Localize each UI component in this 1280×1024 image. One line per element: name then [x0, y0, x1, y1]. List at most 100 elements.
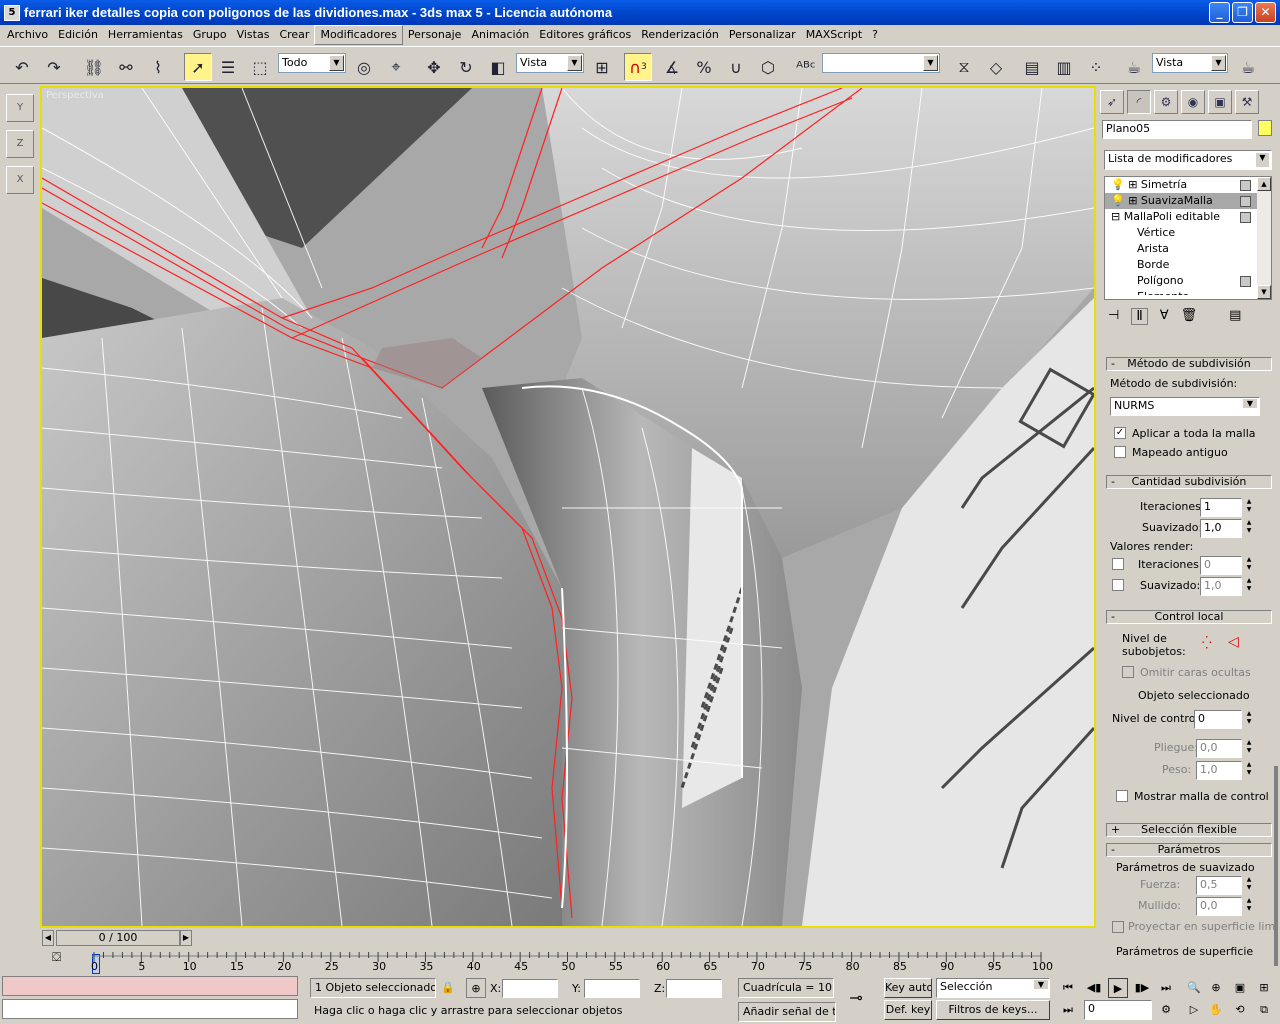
edge-level-icon[interactable]: ◁	[1228, 634, 1239, 650]
lock-selection-icon[interactable]: 🔒	[438, 978, 458, 998]
next-frame-icon[interactable]: ▮▶	[1132, 978, 1152, 998]
field-of-view-icon[interactable]: ▷	[1184, 1000, 1204, 1020]
vertex-level-icon[interactable]: ⁛	[1202, 636, 1212, 650]
scroll-down-icon[interactable]: ▼	[1257, 285, 1271, 299]
create-tab-icon[interactable]: ➶	[1100, 90, 1124, 114]
unlink-icon[interactable]: ⚯	[112, 53, 140, 81]
rollout-subdiv-amount[interactable]: - Cantidad subdivisión	[1106, 475, 1272, 489]
render-iterations-checkbox[interactable]	[1112, 558, 1124, 570]
stack-item-elemento[interactable]: Elemento	[1105, 289, 1271, 295]
current-frame-field[interactable]: 0	[1084, 1000, 1152, 1020]
display-tab-icon[interactable]: ▣	[1208, 90, 1232, 114]
motion-tab-icon[interactable]: ◉	[1181, 90, 1205, 114]
control-level-spinner-icon[interactable]: ▲ ▼	[1244, 710, 1254, 728]
constraint-x-icon[interactable]: X	[6, 166, 34, 194]
rotate-icon[interactable]: ↻	[452, 53, 480, 81]
render-smoothness-spinner-icon[interactable]: ▲ ▼	[1244, 577, 1254, 595]
arc-rotate-icon[interactable]: ⟲	[1230, 1000, 1250, 1020]
iterations-spinner-icon[interactable]: ▲ ▼	[1244, 498, 1254, 516]
mirror-icon[interactable]: ⧖	[950, 53, 978, 81]
show-cage-checkbox[interactable]	[1116, 790, 1128, 802]
relax-field[interactable]: 0,0	[1196, 897, 1242, 916]
pivot-center-icon[interactable]: ⊞	[588, 53, 616, 81]
stack-item-poligono[interactable]: Polígono	[1105, 273, 1271, 289]
maximize-viewport-icon[interactable]: ⧉	[1254, 1000, 1274, 1020]
stack-scrollbar[interactable]: ▲ ▼	[1257, 177, 1271, 299]
selection-filter-dropdown[interactable]: Todo ▼	[278, 53, 346, 73]
weight-field[interactable]: 1,0	[1196, 761, 1242, 780]
window-crossing-icon[interactable]: ◎	[350, 53, 378, 81]
minimize-button[interactable]: _	[1209, 2, 1230, 23]
rect-selection-icon[interactable]: ⬚	[246, 53, 274, 81]
align-icon[interactable]: ◇	[982, 53, 1010, 81]
menu-help[interactable]: ?	[867, 26, 883, 44]
redo-icon[interactable]: ↷	[40, 53, 68, 81]
menu-maxscript[interactable]: MAXScript	[801, 26, 867, 44]
viewport-label[interactable]: Perspectiva	[46, 90, 104, 101]
show-end-result-icon[interactable]: Ⅱ	[1131, 308, 1148, 325]
angle-snap-icon[interactable]: ∡	[658, 53, 686, 81]
iterations-field[interactable]: 1	[1200, 498, 1242, 517]
constraint-z-icon[interactable]: Z	[6, 130, 34, 158]
strength-spinner-icon[interactable]: ▲ ▼	[1244, 876, 1254, 894]
y-coord-field[interactable]	[584, 979, 640, 998]
old-mapping-checkbox[interactable]	[1114, 446, 1126, 458]
menu-personalizar[interactable]: Personalizar	[724, 26, 801, 44]
time-next-icon[interactable]: ▶	[180, 930, 192, 946]
move-icon[interactable]: ✥	[420, 53, 448, 81]
render-iterations-spinner-icon[interactable]: ▲ ▼	[1244, 556, 1254, 574]
menu-archivo[interactable]: Archivo	[2, 26, 53, 44]
reference-coord-dropdown[interactable]: Vista ▼	[516, 53, 584, 73]
pan-icon[interactable]: ✋	[1206, 1000, 1226, 1020]
perspective-viewport[interactable]: Perspectiva	[40, 86, 1096, 928]
smoothness-field[interactable]: 1,0	[1200, 519, 1242, 538]
remove-modifier-icon[interactable]: 🗑	[1181, 308, 1198, 325]
named-selection-icon[interactable]: ⬡	[754, 53, 782, 81]
key-auto-button[interactable]: Key auto	[884, 978, 932, 998]
close-button[interactable]: ✕	[1255, 2, 1276, 23]
scroll-up-icon[interactable]: ▲	[1257, 177, 1271, 191]
menu-personaje[interactable]: Personaje	[403, 26, 467, 44]
smoothness-spinner-icon[interactable]: ▲ ▼	[1244, 519, 1254, 537]
maximize-button[interactable]: ❐	[1232, 2, 1253, 23]
zoom-extents-all-icon[interactable]: ⊞	[1254, 978, 1274, 998]
object-color-swatch[interactable]	[1258, 120, 1272, 136]
ignore-backfacing-checkbox[interactable]	[1122, 666, 1134, 678]
menu-herramientas[interactable]: Herramientas	[103, 26, 188, 44]
zoom-all-icon[interactable]: ⊕	[1206, 978, 1226, 998]
time-config-icon[interactable]: ⚙	[1156, 1000, 1176, 1020]
menu-edicion[interactable]: Edición	[53, 26, 103, 44]
snap-icon[interactable]: ⌖	[382, 53, 410, 81]
quick-render-icon[interactable]: ☕	[1234, 53, 1262, 81]
menu-animacion[interactable]: Animación	[466, 26, 534, 44]
z-coord-field[interactable]	[666, 979, 722, 998]
control-level-field[interactable]: 0	[1194, 710, 1242, 729]
maxscript-listener-pink[interactable]	[2, 976, 298, 996]
object-name-field[interactable]: Plano05	[1102, 120, 1252, 139]
constraint-y-icon[interactable]: Y	[6, 94, 34, 122]
link-icon[interactable]: ⛓	[80, 53, 108, 81]
zoom-extents-icon[interactable]: ▣	[1230, 978, 1250, 998]
spinner-snap-icon[interactable]: ∪	[722, 53, 750, 81]
key-filters-button[interactable]: Filtros de keys...	[936, 1000, 1050, 1020]
goto-start-icon[interactable]: ⏮	[1058, 978, 1078, 998]
weight-spinner-icon[interactable]: ▲ ▼	[1244, 761, 1254, 779]
utilities-tab-icon[interactable]: ⚒	[1235, 90, 1259, 114]
configure-sets-icon[interactable]: ▤	[1229, 308, 1241, 325]
maxscript-listener-white[interactable]	[2, 999, 298, 1019]
snap-toggle-icon[interactable]: ∩ 3	[624, 53, 652, 81]
play-icon[interactable]: ▶	[1108, 978, 1128, 998]
goto-end-icon[interactable]: ⏭	[1156, 978, 1176, 998]
key-mode-toggle-icon[interactable]: ⏭	[1058, 1000, 1078, 1020]
scale-icon[interactable]: ◧	[484, 53, 512, 81]
undo-icon[interactable]: ↶	[8, 53, 36, 81]
menu-grupo[interactable]: Grupo	[188, 26, 232, 44]
stack-item-arista[interactable]: Arista	[1105, 241, 1271, 257]
rollout-subdiv-method[interactable]: - Método de subdivisión	[1106, 357, 1272, 371]
stack-item-mallapoli[interactable]: ⊟ MallaPoli editable	[1105, 209, 1271, 225]
render-iterations-field[interactable]: 0	[1200, 556, 1242, 575]
subdiv-method-dropdown[interactable]: NURMS ▼	[1110, 397, 1260, 416]
stack-item-suavizamalla[interactable]: 💡 ⊞ SuavizaMalla	[1105, 193, 1271, 209]
edit-named-sets-icon[interactable]: ᴬᴮᶜ	[792, 53, 820, 81]
render-type-dropdown[interactable]: Vista ▼	[1152, 53, 1228, 73]
